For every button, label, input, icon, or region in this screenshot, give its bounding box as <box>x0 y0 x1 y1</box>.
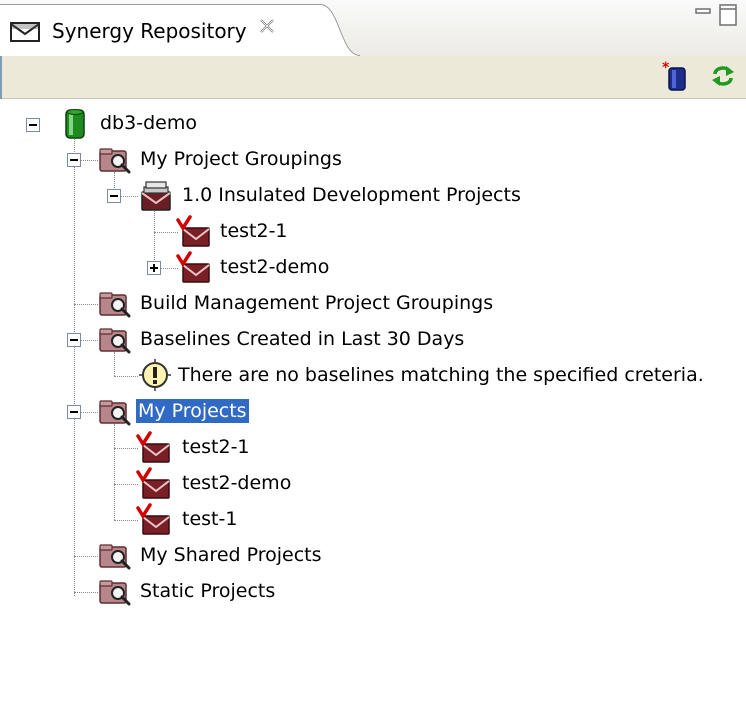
tree-line <box>74 304 98 305</box>
project-icon <box>176 214 212 250</box>
tree-line <box>74 556 98 557</box>
tree-line <box>114 520 138 521</box>
tree-node-label: test2-demo <box>182 472 292 494</box>
tree-node-label: test2-1 <box>182 436 250 458</box>
collapse-toggle[interactable] <box>107 189 121 203</box>
tree-line <box>120 196 138 197</box>
tree-node-label: test-1 <box>182 508 238 530</box>
view-tab[interactable]: Synergy Repository <box>0 4 320 57</box>
tree-node-label: Build Management Project Groupings <box>140 292 494 314</box>
query-folder-icon <box>98 142 134 178</box>
query-folder-icon <box>98 286 134 322</box>
tree-node-label: There are no baselines matching the spec… <box>178 364 704 386</box>
tree-line <box>154 208 155 268</box>
view-toolbar: * <box>0 56 746 99</box>
minimize-icon[interactable] <box>695 8 711 18</box>
close-icon[interactable] <box>258 17 276 35</box>
refresh-icon[interactable] <box>708 60 738 92</box>
project-icon <box>136 466 172 502</box>
tree-line <box>114 424 115 520</box>
new-database-icon[interactable]: * <box>660 60 690 92</box>
tree-node-label: 1.0 Insulated Development Projects <box>182 184 521 206</box>
project-grouping-icon <box>138 178 174 214</box>
tree-line <box>154 232 178 233</box>
tab-edge <box>300 4 360 56</box>
tree-line <box>114 376 138 377</box>
view-tab-bar: Synergy Repository <box>0 0 746 57</box>
tree-node-label: Baselines Created in Last 30 Days <box>140 328 465 350</box>
tree-node-label: db3-demo <box>100 112 197 134</box>
tree-node-label: Static Projects <box>140 580 276 602</box>
tree-line <box>74 136 75 596</box>
tree-line <box>114 448 138 449</box>
expand-toggle[interactable] <box>147 261 161 275</box>
collapse-toggle[interactable] <box>26 118 40 132</box>
info-icon <box>139 359 171 391</box>
query-folder-icon <box>98 574 134 610</box>
database-icon <box>65 109 85 139</box>
project-icon <box>136 430 172 466</box>
synergy-repository-view: Synergy Repository * db3-demo My Project… <box>0 0 746 719</box>
tree-line <box>80 160 98 161</box>
tree-line <box>114 484 138 485</box>
svg-text:*: * <box>662 60 670 76</box>
tree-node-label: My Project Groupings <box>140 148 342 170</box>
collapse-toggle[interactable] <box>67 333 81 347</box>
maximize-icon[interactable] <box>719 4 737 26</box>
envelope-icon <box>10 22 40 42</box>
query-folder-icon <box>98 394 134 430</box>
view-title: Synergy Repository <box>52 19 247 43</box>
tree-node-label: My Shared Projects <box>140 544 322 566</box>
collapse-toggle[interactable] <box>67 405 81 419</box>
project-icon <box>176 250 212 286</box>
tree-node-label: My Projects <box>136 399 249 423</box>
tree-node-label: test2-demo <box>220 256 330 278</box>
tree-line <box>80 340 98 341</box>
tree-node-label: test2-1 <box>220 220 288 242</box>
tree-line <box>74 592 98 593</box>
collapse-toggle[interactable] <box>67 153 81 167</box>
query-folder-icon <box>98 322 134 358</box>
query-folder-icon <box>98 538 134 574</box>
project-icon <box>136 502 172 538</box>
tree-line <box>80 412 98 413</box>
